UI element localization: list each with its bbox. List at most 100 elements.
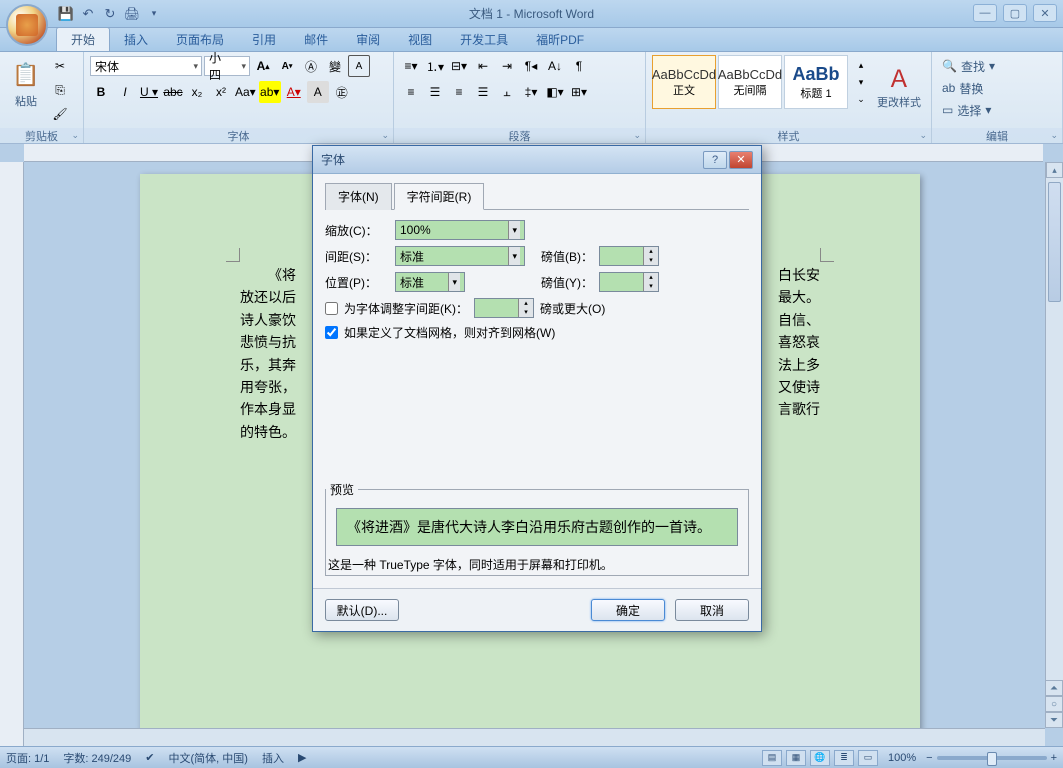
dec-indent-button[interactable]: ⇤ <box>472 55 494 77</box>
tab-view[interactable]: 视图 <box>394 28 446 51</box>
horizontal-scrollbar[interactable] <box>24 728 1045 746</box>
line-spacing-button[interactable]: ‡▾ <box>520 81 542 103</box>
status-proof-icon[interactable]: ✔ <box>145 751 154 764</box>
style-nospacing[interactable]: AaBbCcDd 无间隔 <box>718 55 782 109</box>
select-button[interactable]: ▭选择 ▾ <box>938 99 995 121</box>
multilevel-button[interactable]: ⊟▾ <box>448 55 470 77</box>
style-gallery[interactable]: AaBbCcDd 正文 AaBbCcDd 无间隔 AaBb 标题 1 ▴ ▾ ⌄ <box>652 55 872 109</box>
zoom-out-button[interactable]: − <box>926 752 932 764</box>
view-print-layout-icon[interactable]: ▤ <box>762 750 782 766</box>
paste-button[interactable]: 📋 粘贴 <box>6 55 46 113</box>
undo-icon[interactable]: ↶ <box>80 6 96 22</box>
tab-char-spacing[interactable]: 字符间距(R) <box>394 183 485 210</box>
vertical-scrollbar[interactable]: ▴ ▾ <box>1045 162 1063 728</box>
gallery-more-icon[interactable]: ⌄ <box>850 91 872 108</box>
view-fullscreen-icon[interactable]: ▦ <box>786 750 806 766</box>
dialog-titlebar[interactable]: 字体 ? ✕ <box>313 146 761 174</box>
spacing-combo[interactable]: 标准 <box>395 246 525 266</box>
dialog-help-button[interactable]: ? <box>703 151 727 169</box>
borders-button[interactable]: ⊞▾ <box>568 81 590 103</box>
redo-icon[interactable]: ↻ <box>102 6 118 22</box>
grow-font-icon[interactable]: A▴ <box>252 55 274 77</box>
style-normal[interactable]: AaBbCcDd 正文 <box>652 55 716 109</box>
replace-button[interactable]: ab替换 <box>938 77 987 99</box>
subscript-button[interactable]: x₂ <box>186 81 208 103</box>
clear-format-icon[interactable]: Ⓐ <box>300 55 322 77</box>
tab-references[interactable]: 引用 <box>238 28 290 51</box>
sort-button[interactable]: A↓ <box>544 55 566 77</box>
tab-font-n[interactable]: 字体(N) <box>325 183 392 210</box>
change-styles-button[interactable]: Ａ 更改样式 <box>875 55 923 113</box>
position-pt-spinner[interactable] <box>599 272 659 292</box>
font-color-button[interactable]: A▾ <box>283 81 305 103</box>
ok-button[interactable]: 确定 <box>591 599 665 621</box>
shrink-font-icon[interactable]: A▾ <box>276 55 298 77</box>
tab-review[interactable]: 审阅 <box>342 28 394 51</box>
position-combo[interactable]: 标准 <box>395 272 465 292</box>
align-left-button[interactable]: ≡ <box>400 81 422 103</box>
dialog-close-button[interactable]: ✕ <box>729 151 753 169</box>
gallery-up-icon[interactable]: ▴ <box>850 57 872 74</box>
zoom-level[interactable]: 100% <box>888 752 916 764</box>
zoom-slider[interactable] <box>937 756 1047 760</box>
maximize-button[interactable]: ▢ <box>1003 4 1027 22</box>
snap-grid-checkbox[interactable] <box>325 326 338 339</box>
align-center-button[interactable]: ☰ <box>424 81 446 103</box>
status-language[interactable]: 中文(简体, 中国) <box>169 750 248 766</box>
scroll-up-icon[interactable]: ▴ <box>1046 162 1063 178</box>
ltr-button[interactable]: ¶◂ <box>520 55 542 77</box>
qat-dropdown-icon[interactable]: ▾ <box>146 6 162 22</box>
italic-button[interactable]: I <box>114 81 136 103</box>
status-page[interactable]: 页面: 1/1 <box>6 750 49 766</box>
highlight-button[interactable]: ab▾ <box>259 81 281 103</box>
distribute-button[interactable]: ⫠ <box>496 81 518 103</box>
tab-mailings[interactable]: 邮件 <box>290 28 342 51</box>
minimize-button[interactable]: — <box>973 4 997 22</box>
browse-object-icon[interactable]: ○ <box>1045 696 1063 712</box>
strike-button[interactable]: abc <box>162 81 184 103</box>
tab-foxit[interactable]: 福昕PDF <box>522 28 598 51</box>
shading-button[interactable]: ◧▾ <box>544 81 566 103</box>
spacing-pt-spinner[interactable] <box>599 246 659 266</box>
justify-button[interactable]: ☰ <box>472 81 494 103</box>
tab-insert[interactable]: 插入 <box>110 28 162 51</box>
scroll-thumb[interactable] <box>1048 182 1061 302</box>
prev-page-icon[interactable]: ⏶ <box>1045 680 1063 696</box>
bold-button[interactable]: B <box>90 81 112 103</box>
close-button[interactable]: ✕ <box>1033 4 1057 22</box>
tab-home[interactable]: 开始 <box>56 27 110 51</box>
status-words[interactable]: 字数: 249/249 <box>63 750 131 766</box>
style-heading1[interactable]: AaBb 标题 1 <box>784 55 848 109</box>
scale-combo[interactable]: 100% <box>395 220 525 240</box>
kerning-spinner[interactable] <box>474 298 534 318</box>
phonetic-icon[interactable]: 變 <box>324 55 346 77</box>
status-mode[interactable]: 插入 <box>262 750 284 766</box>
cut-icon[interactable]: ✂ <box>49 55 71 77</box>
vertical-ruler[interactable] <box>0 162 24 746</box>
tab-layout[interactable]: 页面布局 <box>162 28 238 51</box>
char-border-icon[interactable]: A <box>348 55 370 77</box>
font-size-combo[interactable]: 小四 <box>204 56 250 76</box>
underline-button[interactable]: U ▾ <box>138 81 160 103</box>
char-shading-button[interactable]: A <box>307 81 329 103</box>
find-button[interactable]: 🔍查找 ▾ <box>938 55 999 77</box>
font-name-combo[interactable]: 宋体 <box>90 56 202 76</box>
format-painter-icon[interactable]: 🖌 <box>49 103 71 125</box>
copy-icon[interactable]: ⎘ <box>49 79 71 101</box>
save-icon[interactable]: 💾 <box>58 6 74 22</box>
office-button[interactable] <box>6 4 48 46</box>
view-outline-icon[interactable]: ≣ <box>834 750 854 766</box>
view-draft-icon[interactable]: ▭ <box>858 750 878 766</box>
view-web-icon[interactable]: 🌐 <box>810 750 830 766</box>
next-page-icon[interactable]: ⏷ <box>1045 712 1063 728</box>
cancel-button[interactable]: 取消 <box>675 599 749 621</box>
superscript-button[interactable]: x² <box>210 81 232 103</box>
show-marks-button[interactable]: ¶ <box>568 55 590 77</box>
default-button[interactable]: 默认(D)... <box>325 599 399 621</box>
align-right-button[interactable]: ≡ <box>448 81 470 103</box>
enclose-char-button[interactable]: ㊣ <box>331 81 353 103</box>
bullets-button[interactable]: ≡▾ <box>400 55 422 77</box>
kerning-checkbox[interactable] <box>325 302 338 315</box>
status-macro-icon[interactable]: ▶ <box>298 751 306 764</box>
tab-developer[interactable]: 开发工具 <box>446 28 522 51</box>
